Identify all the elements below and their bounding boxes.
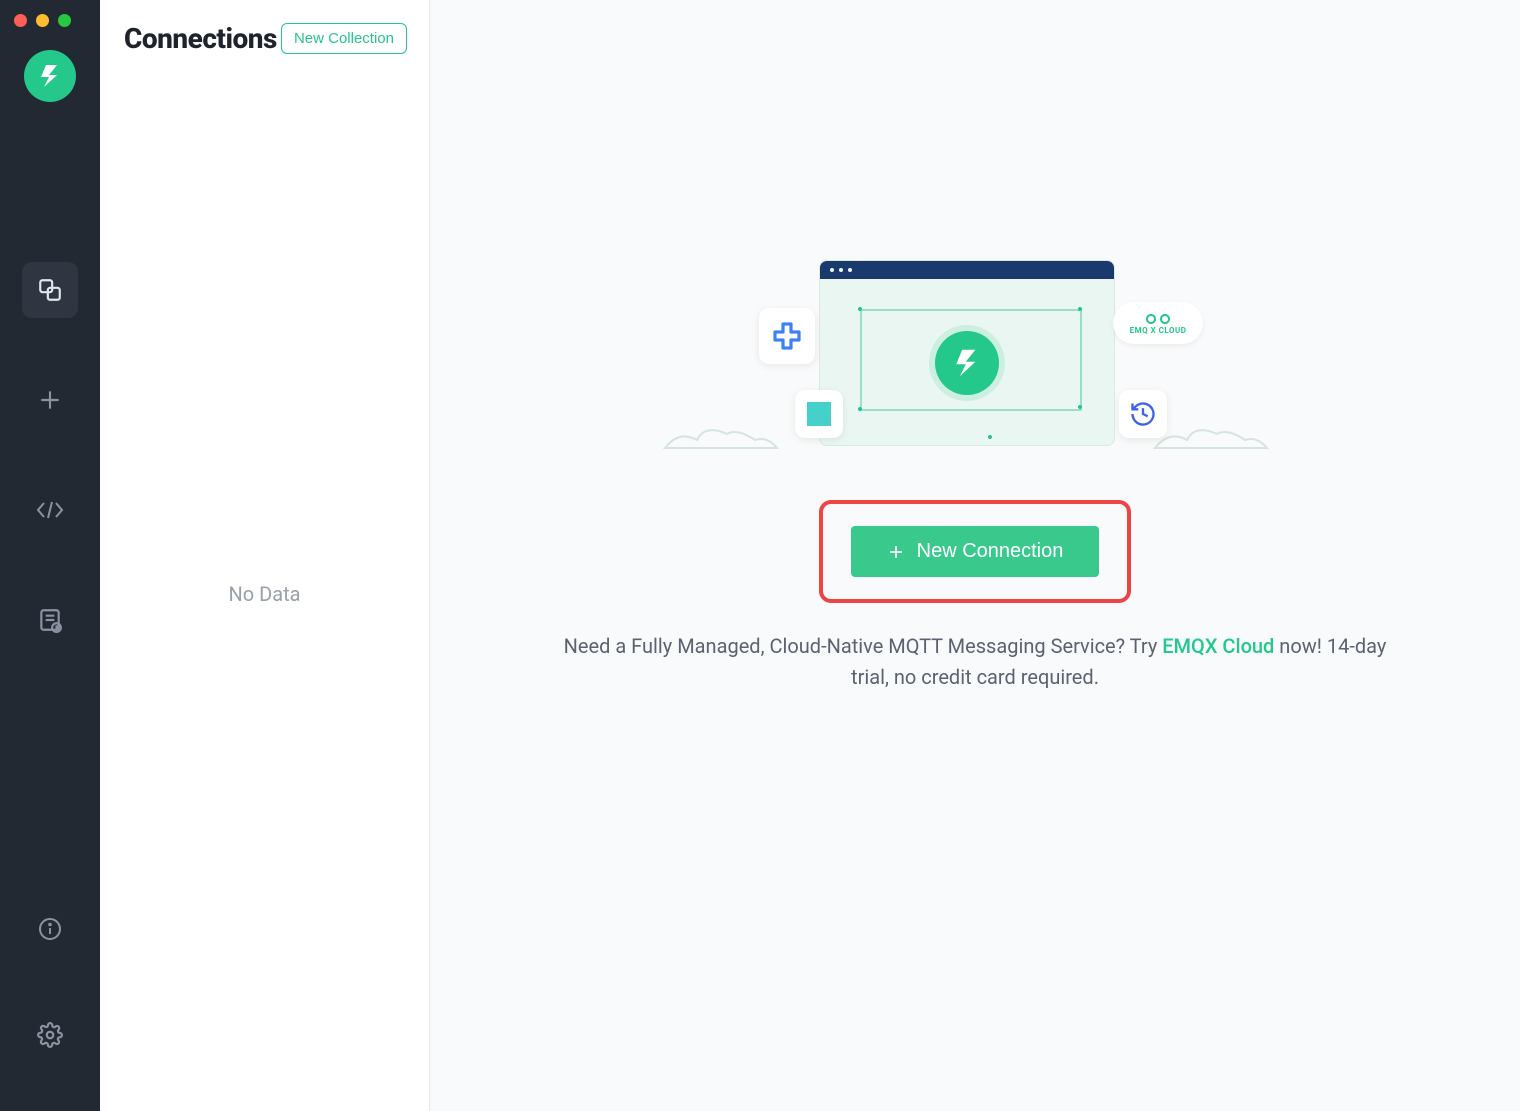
minimize-window-button[interactable]	[36, 14, 49, 27]
window-controls	[14, 14, 71, 27]
plus-icon	[887, 543, 905, 561]
illustration-logo	[935, 331, 999, 395]
close-window-button[interactable]	[14, 14, 27, 27]
promo-before: Need a Fully Managed, Cloud-Native MQTT …	[564, 634, 1163, 658]
new-connection-button[interactable]: New Connection	[851, 526, 1100, 577]
empty-state-text: No Data	[228, 582, 300, 606]
emqx-logo-icon	[35, 61, 65, 91]
sidebar-items	[22, 262, 78, 648]
illustration-cloud-tile: EMQ X CLOUD	[1113, 302, 1203, 344]
page-title: Connections	[124, 22, 277, 55]
gear-icon	[37, 1022, 63, 1048]
sidebar-rail	[0, 0, 100, 1111]
sidebar-item-settings[interactable]	[22, 1007, 78, 1063]
plus-icon	[37, 387, 63, 413]
sidebar-item-scripts[interactable]	[22, 482, 78, 538]
sidebar-item-info[interactable]	[22, 901, 78, 957]
illustration-tile-square	[795, 390, 843, 438]
new-connection-highlight: New Connection	[819, 500, 1132, 603]
maximize-window-button[interactable]	[58, 14, 71, 27]
main-content: EMQ X CLOUD New Connection Need a Fully …	[430, 0, 1520, 1111]
panel-header: Connections New Collection	[100, 0, 429, 77]
emqx-cloud-link[interactable]: EMQX Cloud	[1162, 634, 1274, 658]
emqx-logo-icon	[949, 345, 985, 381]
app-logo	[24, 50, 76, 102]
log-icon	[37, 607, 63, 633]
history-icon	[1129, 400, 1157, 428]
teal-square-icon	[807, 402, 831, 426]
illustration-window	[819, 260, 1115, 446]
illustration-tile-plus	[759, 308, 815, 364]
medical-plus-icon	[771, 320, 803, 352]
sidebar-item-new[interactable]	[22, 372, 78, 428]
sidebar-bottom	[22, 901, 78, 1111]
illustration-tile-history	[1119, 390, 1167, 438]
connections-icon	[37, 277, 63, 303]
new-connection-label: New Connection	[917, 540, 1064, 563]
cloud-tile-label: EMQ X CLOUD	[1130, 326, 1187, 335]
code-icon	[35, 499, 65, 521]
panel-empty-state: No Data	[100, 77, 429, 1111]
illustration-window-bar	[820, 261, 1114, 279]
sidebar-item-logs[interactable]	[22, 592, 78, 648]
connections-panel: Connections New Collection No Data	[100, 0, 430, 1111]
cloud-link-icon	[1144, 312, 1172, 326]
promo-text: Need a Fully Managed, Cloud-Native MQTT …	[545, 631, 1405, 693]
info-icon	[38, 917, 62, 941]
empty-illustration: EMQ X CLOUD	[735, 260, 1215, 480]
sidebar-item-connections[interactable]	[22, 262, 78, 318]
new-collection-button[interactable]: New Collection	[281, 23, 407, 54]
